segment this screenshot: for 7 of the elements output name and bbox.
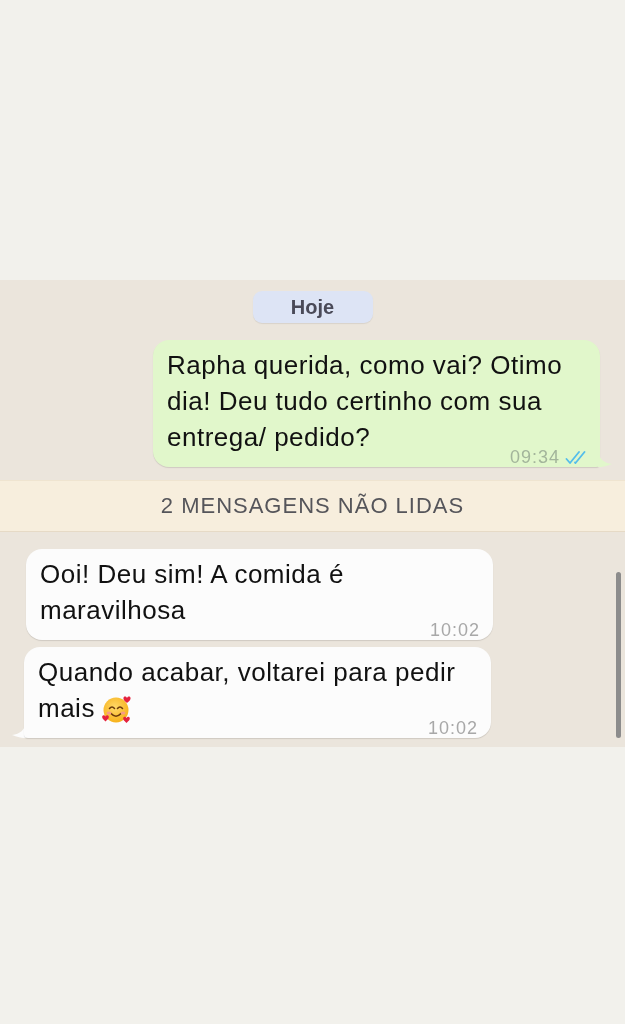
unread-messages-banner: 2 MENSAGENS NÃO LIDAS <box>0 480 625 532</box>
date-label: Hoje <box>252 291 373 323</box>
message-time: 10:02 <box>427 720 478 736</box>
message-time: 10:02 <box>429 622 480 638</box>
message-text: Ooi! Deu sim! A comida é maravilhosa <box>40 559 344 625</box>
message-time: 09:34 <box>509 449 560 465</box>
scrollbar[interactable] <box>616 572 621 738</box>
